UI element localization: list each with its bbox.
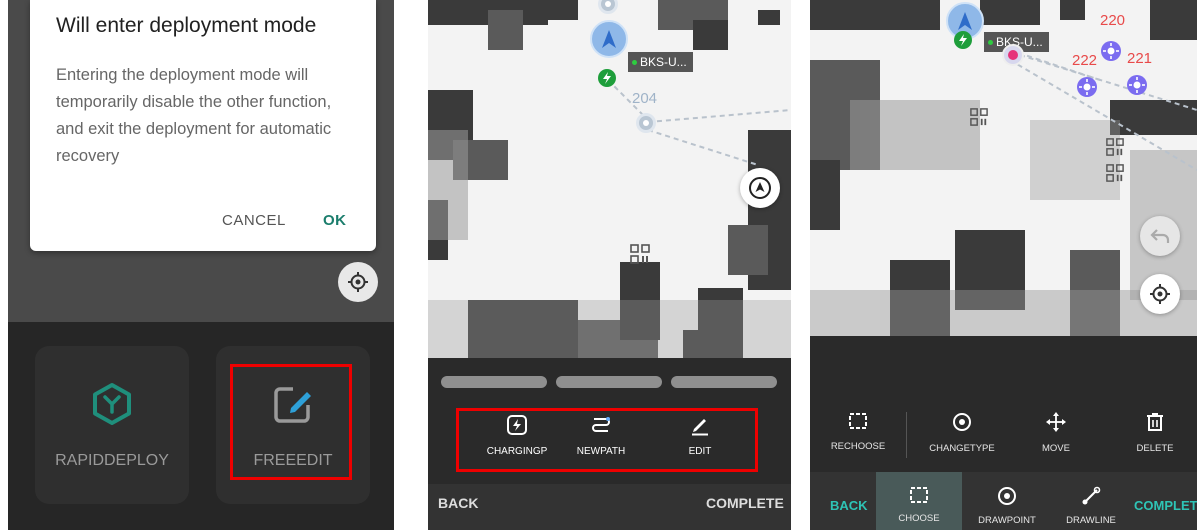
- free-edit-tile[interactable]: FREEEDIT: [216, 346, 370, 504]
- dashed-select-icon: [849, 413, 867, 429]
- dialog-title: Will enter deployment mode: [56, 14, 317, 37]
- progress-pill: [671, 376, 777, 388]
- dialog-message: Entering the deployment mode will tempor…: [56, 66, 332, 165]
- lightning-icon: [603, 72, 611, 84]
- locate-button[interactable]: [1140, 274, 1180, 314]
- tool-label: EDIT: [688, 446, 712, 457]
- tool-label: NEWPATH: [576, 446, 626, 457]
- occupancy-map[interactable]: BKS-U... 204: [428, 0, 791, 358]
- robot-name-tag: BKS-U...: [628, 52, 693, 72]
- cancel-button[interactable]: CANCEL: [222, 212, 286, 229]
- tool-label: RECHOOSE: [830, 441, 886, 452]
- point-number: 222: [1072, 52, 1098, 69]
- occupancy-map[interactable]: BKS-U... 220 222 221: [810, 0, 1197, 336]
- draw-line-icon: [1082, 486, 1101, 505]
- rapid-deploy-tile[interactable]: RAPIDDEPLOY: [35, 346, 189, 504]
- navigation-arrow-icon: [958, 12, 972, 30]
- rechoose-tool[interactable]: RECHOOSE: [810, 412, 906, 452]
- move-arrows-icon: [1046, 412, 1066, 432]
- undo-button[interactable]: [1140, 216, 1180, 256]
- map-edit-screen: BKS-U... 204 CHARGINGP NEWPATH EDIT BACK…: [428, 0, 791, 530]
- new-path-icon: [592, 417, 610, 432]
- pencil-icon: [692, 419, 708, 436]
- complete-button[interactable]: COMPLETE: [1134, 498, 1197, 513]
- tool-label: CHANGETYPE: [929, 443, 995, 454]
- deployment-mode-dialog: Will enter deployment mode Entering the …: [30, 0, 376, 251]
- waypoint-marker[interactable]: [636, 113, 656, 133]
- tool-label: DRAWPOINT: [978, 515, 1036, 526]
- new-path-tool[interactable]: NEWPATH: [556, 414, 646, 457]
- waypoint-purple-icon[interactable]: [1126, 74, 1148, 96]
- waypoint-number: 204: [632, 90, 658, 107]
- waypoint-purple-icon[interactable]: [1076, 76, 1098, 98]
- locate-button[interactable]: [338, 262, 378, 302]
- target-circle-icon: [998, 487, 1016, 505]
- toolbar-divider: [906, 412, 907, 458]
- edit-tool[interactable]: EDIT: [655, 414, 745, 457]
- tile-label: FREEEDIT: [253, 452, 333, 469]
- draw-point-tool[interactable]: DRAWPOINT: [964, 486, 1050, 526]
- qr-code-icon: [630, 244, 650, 264]
- choose-tool[interactable]: CHOOSE: [876, 486, 962, 524]
- tool-label: CHARGINGP: [486, 446, 548, 457]
- point-number: 220: [1100, 12, 1126, 29]
- complete-button[interactable]: COMPLETE: [706, 495, 784, 511]
- qr-code-icon: [1106, 138, 1124, 156]
- qr-code-icon: [1106, 164, 1124, 182]
- free-edit-screen: BKS-U... 220 222 221 RECHOOSE CHANGETYPE…: [810, 0, 1197, 530]
- tool-label: CHOOSE: [898, 513, 940, 524]
- deploy-mode-screen: Will enter deployment mode Entering the …: [8, 0, 394, 530]
- back-button[interactable]: BACK: [830, 498, 868, 513]
- trash-icon: [1147, 413, 1163, 431]
- point-number: 221: [1127, 50, 1153, 67]
- crosshair-icon: [348, 272, 368, 292]
- tool-label: DELETE: [1136, 443, 1174, 454]
- charging-pile-marker[interactable]: [598, 69, 616, 87]
- tile-label: RAPIDDEPLOY: [55, 452, 169, 469]
- delete-tool[interactable]: DELETE: [1107, 412, 1197, 454]
- tool-label: DRAWLINE: [1066, 515, 1116, 526]
- move-tool[interactable]: MOVE: [1008, 412, 1104, 454]
- navigation-arrow-icon: [602, 30, 616, 48]
- back-button[interactable]: BACK: [438, 495, 478, 511]
- charging-point-tool[interactable]: CHARGINGP: [472, 414, 562, 457]
- tool-label: MOVE: [1042, 443, 1070, 454]
- draw-line-tool[interactable]: DRAWLINE: [1048, 486, 1134, 526]
- crosshair-icon: [1150, 284, 1170, 304]
- progress-pill: [556, 376, 662, 388]
- charging-pile-marker[interactable]: [954, 31, 972, 49]
- lightning-icon: [959, 34, 967, 46]
- progress-pill: [441, 376, 547, 388]
- waypoint-purple-icon[interactable]: [1100, 40, 1122, 62]
- navigation-compass-icon: [749, 177, 771, 199]
- rapid-deploy-hexagon-icon: [93, 383, 131, 425]
- edit-pencil-icon: [274, 387, 311, 423]
- qr-code-icon: [970, 108, 988, 126]
- target-circle-icon: [953, 413, 971, 431]
- ok-button[interactable]: OK: [323, 212, 347, 229]
- change-type-tool[interactable]: CHANGETYPE: [914, 412, 1010, 454]
- selected-point-marker[interactable]: [1002, 44, 1024, 66]
- robot-marker[interactable]: [590, 20, 628, 58]
- compass-button[interactable]: [740, 168, 780, 208]
- undo-arrow-icon: [1150, 229, 1170, 243]
- dashed-select-icon: [910, 487, 928, 503]
- charging-point-icon: [507, 415, 527, 435]
